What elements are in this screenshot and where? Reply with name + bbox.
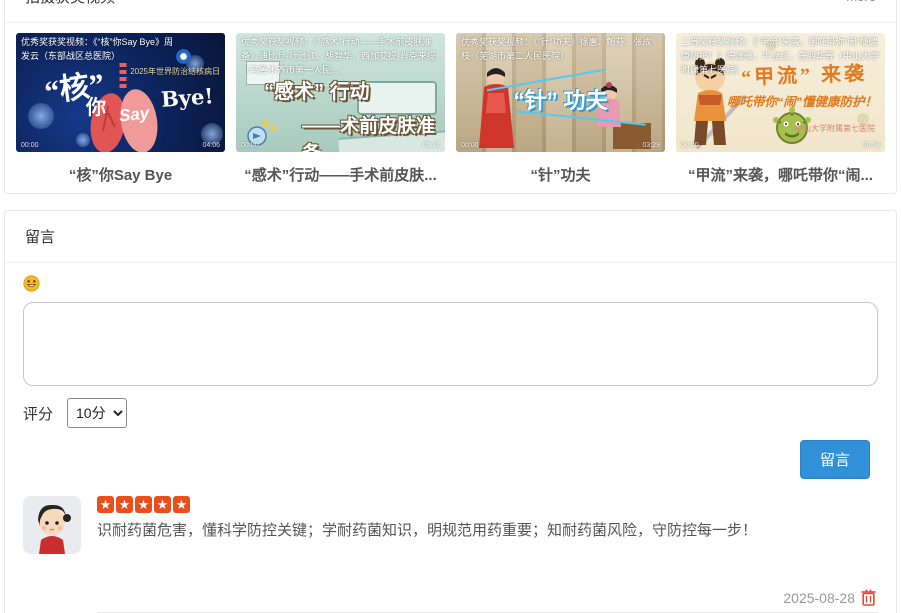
timestamp-end: 06:58 bbox=[862, 142, 880, 149]
video-thumbnail-he-ni-say-bye[interactable]: “核” 你 Say Bye! 优秀奖获奖视频：《“核”你Say Bye》周发云（… bbox=[16, 33, 225, 152]
comment-textarea[interactable] bbox=[23, 302, 878, 386]
timestamp-start: 00:00 bbox=[461, 142, 479, 149]
comments-panel-header: 留言 bbox=[5, 211, 896, 263]
overlay-text: “感术” 行动 bbox=[264, 75, 370, 104]
video-thumbnail-zhen-gongfu[interactable]: “针” 功夫 优秀奖获奖视频：《“针”功夫》徐惠、鲍芬、张成枝（芜湖市第二人民医… bbox=[456, 33, 665, 152]
video-card: “甲流” 来袭 哪吒带你“闹”懂健康防护！ 中山大学附属第七医院 二等奖获奖视频… bbox=[676, 33, 885, 185]
overlay-text: Bye! bbox=[160, 83, 214, 112]
overlay-text: 你 bbox=[86, 91, 106, 120]
emoji-picker-icon[interactable] bbox=[23, 275, 40, 292]
rating-label: 评分 bbox=[23, 403, 53, 424]
overlay-text: “针” 功夫 bbox=[513, 83, 607, 115]
thumbnail-caption-right: 2025年世界防治结核病日 bbox=[130, 66, 220, 77]
thumbnail-caption: 优秀奖获奖视频：《“核”你Say Bye》周发云（东部战区总医院） bbox=[21, 36, 175, 64]
star-icon bbox=[116, 496, 133, 513]
thumbnail-caption: 优秀奖获奖视频：《“感术”行动——手术前皮肤准备》迪比旦·吐逊江、胡智华、西加艾… bbox=[241, 36, 440, 78]
timestamp-start: 00:00 bbox=[681, 142, 699, 149]
award-videos-panel: 拍摄获奖视频 more “核” 你 Say Bye! bbox=[4, 0, 897, 194]
overlay-text: 哪吒带你“闹”懂健康防护！ bbox=[727, 91, 877, 110]
videos-row: “核” 你 Say Bye! 优秀奖获奖视频：《“核”你Say Bye》周发云（… bbox=[5, 23, 896, 185]
star-icon bbox=[97, 496, 114, 513]
comment-body: 识耐药菌危害，懂科学防控关键；学耐药菌知识，明规范用药重要；知耐药菌风险，守防控… bbox=[97, 496, 878, 613]
costumed-performer-left bbox=[474, 63, 519, 152]
comment-text: 识耐药菌危害，懂科学防控关键；学耐药菌知识，明规范用药重要；知耐药菌风险，守防控… bbox=[97, 520, 878, 541]
hospital-logo-icon bbox=[176, 49, 191, 64]
user-avatar bbox=[23, 496, 81, 554]
video-title[interactable]: “甲流”来袭，哪吒带你“闹... bbox=[676, 164, 885, 185]
thumbnail-caption: 优秀奖获奖视频：《“针”功夫》徐惠、鲍芬、张成枝（芜湖市第二人民医院） bbox=[461, 36, 660, 64]
video-title[interactable]: “针”功夫 bbox=[456, 164, 665, 185]
video-thumbnail-jialiu-laixi[interactable]: “甲流” 来袭 哪吒带你“闹”懂健康防护！ 中山大学附属第七医院 二等奖获奖视频… bbox=[676, 33, 885, 152]
delete-comment-icon[interactable] bbox=[861, 589, 876, 606]
video-title[interactable]: “感术”行动——手术前皮肤... bbox=[236, 164, 445, 185]
rating-select[interactable]: 10分 bbox=[67, 398, 127, 428]
video-title[interactable]: “核”你Say Bye bbox=[16, 164, 225, 185]
star-icon bbox=[173, 496, 190, 513]
videos-panel-header: 拍摄获奖视频 more bbox=[5, 0, 896, 23]
timestamp-end: 03:29 bbox=[642, 142, 660, 149]
timestamp-start: 00:00 bbox=[21, 142, 39, 149]
submit-comment-button[interactable]: 留言 bbox=[800, 440, 870, 479]
video-card: “感术” 行动 ——术前皮肤准备 优秀奖获奖视频：《“感术”行动——手术前皮肤准… bbox=[236, 33, 445, 185]
overlay-text: Say bbox=[118, 103, 150, 126]
comment-date: 2025-08-28 bbox=[783, 590, 855, 606]
star-rating bbox=[97, 496, 878, 513]
comments-panel-title: 留言 bbox=[25, 226, 55, 247]
video-card: “核” 你 Say Bye! 优秀奖获奖视频：《“核”你Say Bye》周发云（… bbox=[16, 33, 225, 185]
thumbnail-caption: 二等奖获奖视频：《“甲流”来袭，哪吒带你“闹”懂健康防护！》陈潇雅、牛立红、任羽… bbox=[681, 36, 880, 78]
comments-panel: 留言 评分 10分 留言 bbox=[4, 210, 897, 613]
more-link[interactable]: more bbox=[846, 0, 876, 4]
videos-panel-title: 拍摄获奖视频 bbox=[25, 0, 115, 7]
video-thumbnail-ganshu-xingdong[interactable]: “感术” 行动 ——术前皮肤准备 优秀奖获奖视频：《“感术”行动——手术前皮肤准… bbox=[236, 33, 445, 152]
star-icon bbox=[135, 496, 152, 513]
star-icon bbox=[154, 496, 171, 513]
timestamp-start: 00:00 bbox=[241, 142, 259, 149]
timestamp-end: 04:06 bbox=[202, 142, 220, 149]
video-card: “针” 功夫 优秀奖获奖视频：《“针”功夫》徐惠、鲍芬、张成枝（芜湖市第二人民医… bbox=[456, 33, 665, 185]
comment-item: 识耐药菌危害，懂科学防控关键；学耐药菌知识，明规范用药重要；知耐药菌风险，守防控… bbox=[23, 496, 878, 613]
timestamp-end: 05:12 bbox=[422, 142, 440, 149]
watermark-text: 中山大学附属第七医院 bbox=[795, 123, 875, 134]
